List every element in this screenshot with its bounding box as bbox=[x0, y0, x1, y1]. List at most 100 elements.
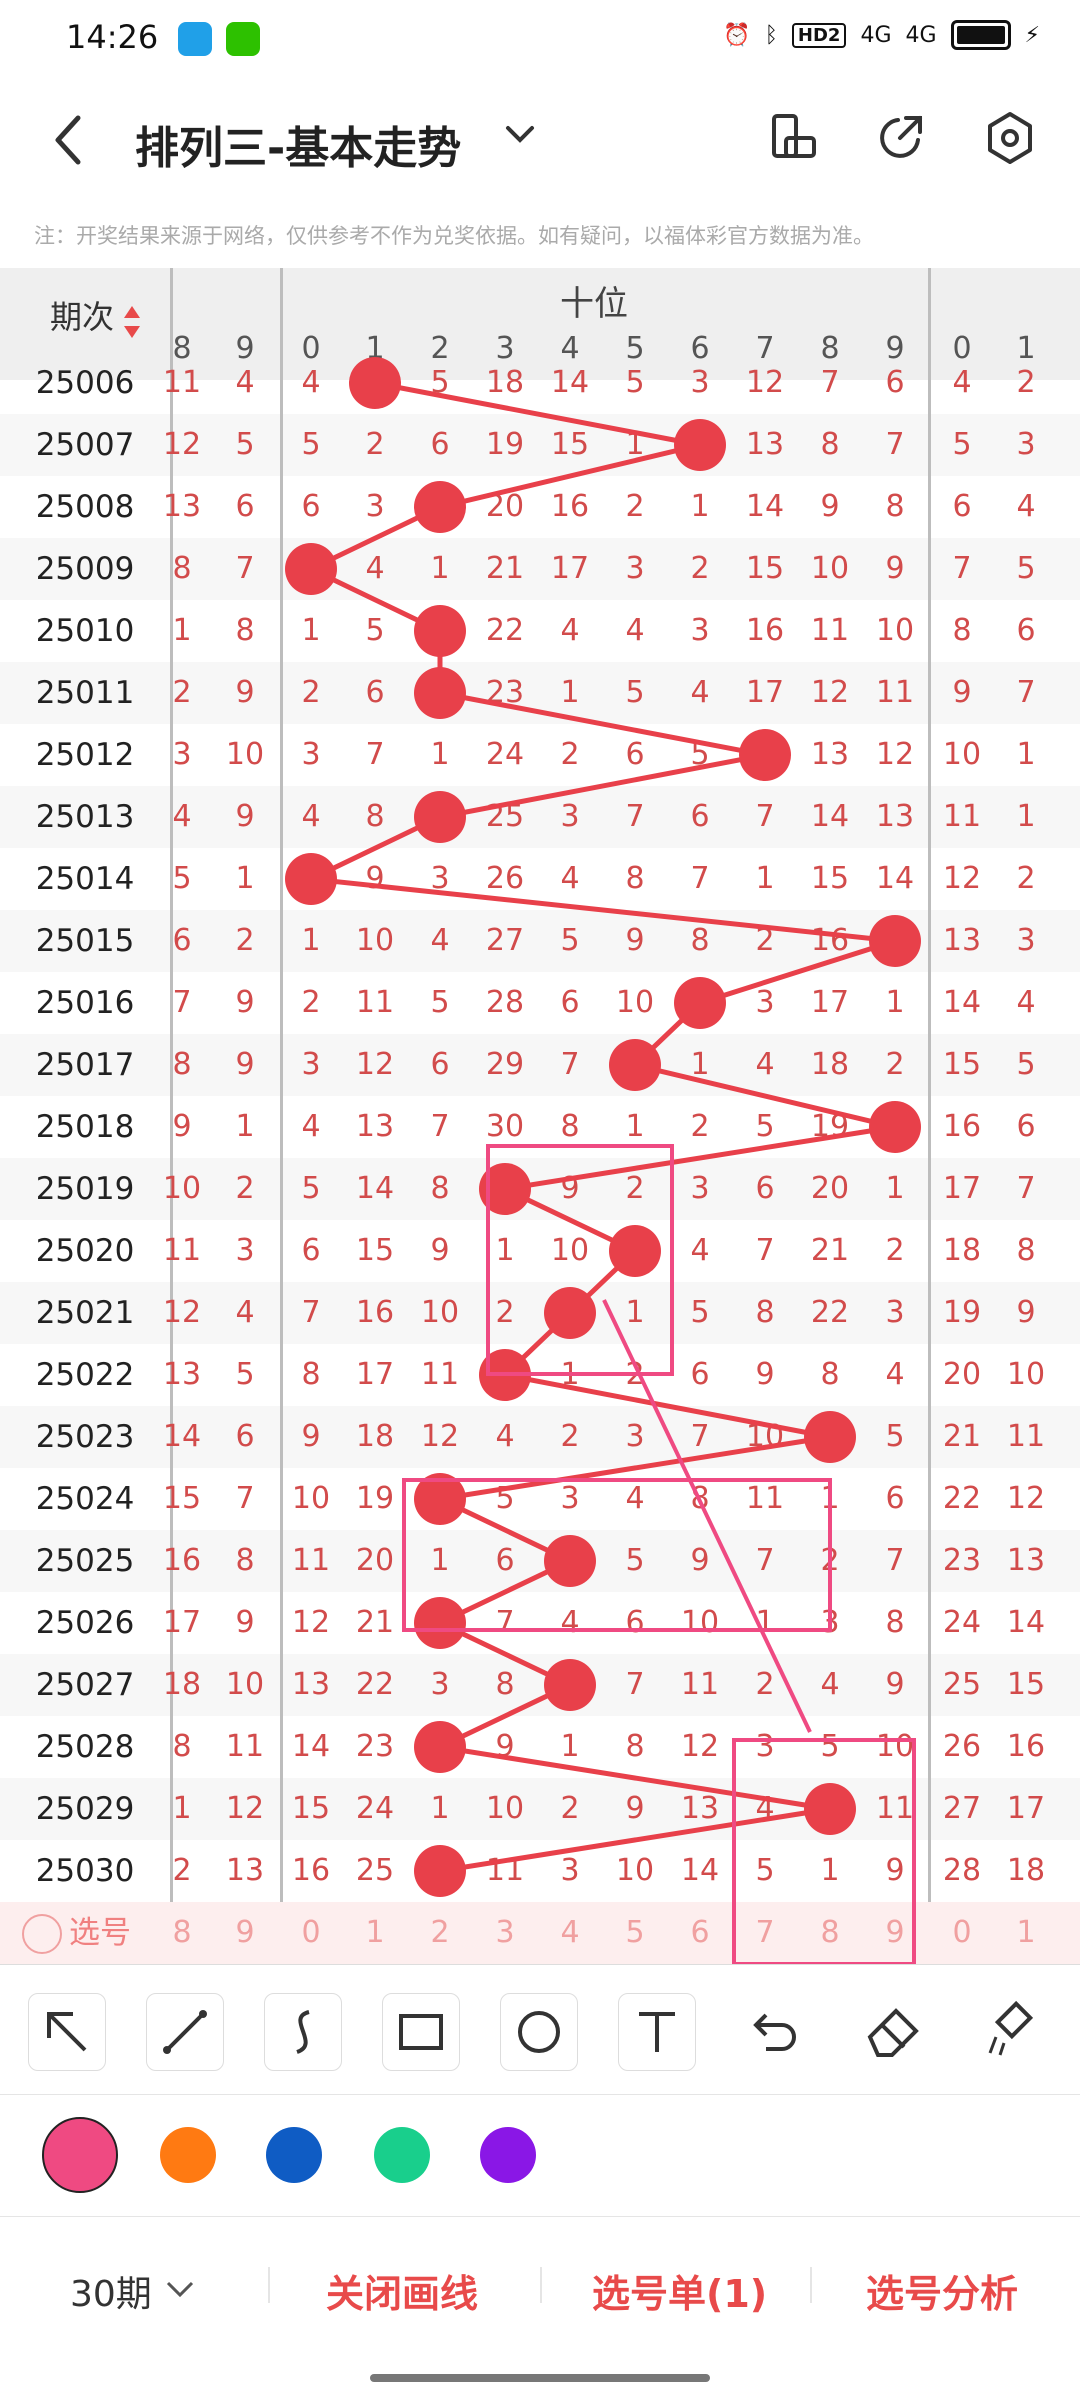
select-digit[interactable]: 2 bbox=[408, 1902, 472, 1964]
omission-value: 9 bbox=[952, 675, 972, 710]
omission-value: 4 bbox=[952, 365, 972, 400]
color-swatch-orange[interactable] bbox=[160, 2127, 216, 2183]
omission-value: 1 bbox=[235, 1109, 255, 1144]
omission-value: 6 bbox=[625, 1605, 645, 1640]
omission-value: 5 bbox=[625, 1543, 645, 1578]
select-digit[interactable]: 8 bbox=[150, 1902, 214, 1964]
omission-value: 13 bbox=[225, 1853, 265, 1888]
select-digit[interactable]: 8 bbox=[798, 1902, 862, 1964]
color-swatch-purple[interactable] bbox=[480, 2127, 536, 2183]
omission-value: 21 bbox=[485, 551, 525, 586]
omission-value: 1 bbox=[430, 737, 450, 772]
select-digit[interactable]: 5 bbox=[603, 1902, 667, 1964]
bottom-action-bar: 30期 关闭画线 选号单(1) 选号分析 bbox=[0, 2216, 1080, 2357]
settings-icon[interactable] bbox=[982, 110, 1038, 166]
omission-value: 18 bbox=[810, 1047, 850, 1082]
omission-value: 12 bbox=[875, 737, 915, 772]
clear-tool-button[interactable] bbox=[974, 1993, 1050, 2069]
omission-value: 11 bbox=[680, 1667, 720, 1702]
omission-value: 15 bbox=[745, 551, 785, 586]
period-number: 25019 bbox=[35, 1171, 135, 1207]
select-digit[interactable]: 1 bbox=[994, 1902, 1058, 1964]
signal-icon-2: 4G bbox=[905, 22, 937, 48]
curve-tool-button[interactable] bbox=[264, 1993, 342, 2071]
chevron-down-icon[interactable] bbox=[164, 2277, 196, 2301]
omission-value: 19 bbox=[355, 1481, 395, 1516]
period-count-selector[interactable]: 30期 bbox=[70, 2265, 152, 2317]
select-analysis-button[interactable]: 选号分析 bbox=[866, 2263, 1018, 2318]
omission-value: 1 bbox=[301, 923, 321, 958]
select-digit[interactable]: 0 bbox=[279, 1902, 343, 1964]
omission-value: 6 bbox=[690, 985, 710, 1020]
omission-value: 9 bbox=[235, 675, 255, 710]
share-icon[interactable] bbox=[872, 110, 928, 166]
line-tool-button[interactable] bbox=[146, 1993, 224, 2071]
period-number: 25006 bbox=[35, 365, 135, 401]
omission-value: 12 bbox=[355, 1047, 395, 1082]
select-digit[interactable]: 9 bbox=[863, 1902, 927, 1964]
omission-value: 7 bbox=[625, 1667, 645, 1702]
omission-value: 6 bbox=[885, 1481, 905, 1516]
period-number: 25014 bbox=[35, 861, 135, 897]
omission-value: 29 bbox=[485, 1047, 525, 1082]
color-swatch-green[interactable] bbox=[374, 2127, 430, 2183]
select-digit[interactable]: 3 bbox=[473, 1902, 537, 1964]
omission-value: 17 bbox=[1006, 1791, 1046, 1826]
omission-value: 1 bbox=[430, 551, 450, 586]
arrow-tool-icon bbox=[47, 2012, 87, 2052]
omission-value: 4 bbox=[495, 1419, 515, 1454]
undo-tool-button[interactable] bbox=[736, 1993, 812, 2069]
home-indicator[interactable] bbox=[370, 2374, 710, 2382]
select-digit[interactable]: 9 bbox=[213, 1902, 277, 1964]
omission-value: 16 bbox=[355, 1295, 395, 1330]
period-number: 25017 bbox=[35, 1047, 135, 1083]
omission-value: 6 bbox=[625, 737, 645, 772]
omission-value: 2 bbox=[755, 1667, 775, 1702]
select-digit[interactable]: 7 bbox=[733, 1902, 797, 1964]
omission-value: 15 bbox=[162, 1481, 202, 1516]
omission-value: 6 bbox=[690, 799, 710, 834]
omission-value: 6 bbox=[365, 675, 385, 710]
color-swatch-pink[interactable] bbox=[42, 2117, 118, 2193]
omission-value: 1 bbox=[625, 1295, 645, 1330]
arrow-tool-button[interactable] bbox=[28, 1993, 106, 2071]
select-digit[interactable]: 6 bbox=[668, 1902, 732, 1964]
omission-value: 7 bbox=[1016, 1171, 1036, 1206]
page-title[interactable]: 排列三-基本走势 bbox=[135, 112, 461, 176]
rect-tool-button[interactable] bbox=[382, 1993, 460, 2071]
omission-value: 3 bbox=[365, 489, 385, 524]
circle-tool-button[interactable] bbox=[500, 1993, 578, 2071]
rotate-screen-icon[interactable] bbox=[764, 110, 820, 166]
omission-value: 5 bbox=[885, 1419, 905, 1454]
omission-value: 13 bbox=[355, 1109, 395, 1144]
select-list-button[interactable]: 选号单(1) bbox=[592, 2263, 767, 2318]
close-lines-button[interactable]: 关闭画线 bbox=[326, 2263, 478, 2318]
trend-chart-table[interactable]: 8 9 0 1 2 3 4 5 6 7 8 9 0 1 25006 11 4 4 1 5 18 14 5 3 12 7 6 4 2 250… bbox=[0, 268, 1080, 1964]
select-digit[interactable]: 4 bbox=[538, 1902, 602, 1964]
omission-value: 7 bbox=[172, 985, 192, 1020]
drawing-toolbar bbox=[0, 1964, 1080, 2093]
color-swatch-blue[interactable] bbox=[266, 2127, 322, 2183]
sort-icon[interactable] bbox=[122, 304, 142, 340]
omission-value: 17 bbox=[810, 985, 850, 1020]
period-number: 25021 bbox=[35, 1295, 135, 1331]
period-header[interactable]: 期次 bbox=[50, 292, 114, 338]
omission-value: 1 bbox=[885, 985, 905, 1020]
text-tool-button[interactable] bbox=[618, 1993, 696, 2071]
back-icon[interactable] bbox=[40, 110, 100, 170]
wechat-app-icon bbox=[226, 22, 260, 56]
color-palette bbox=[0, 2094, 1080, 2215]
chevron-down-icon[interactable] bbox=[500, 114, 540, 154]
omission-value: 28 bbox=[942, 1853, 982, 1888]
omission-value: 21 bbox=[942, 1419, 982, 1454]
omission-value: 5 bbox=[952, 427, 972, 462]
omission-value: 6 bbox=[430, 1047, 450, 1082]
omission-value: 8 bbox=[820, 1419, 840, 1454]
omission-value: 9 bbox=[820, 489, 840, 524]
select-digit[interactable]: 1 bbox=[343, 1902, 407, 1964]
omission-value: 6 bbox=[430, 427, 450, 462]
omission-value: 1 bbox=[560, 675, 580, 710]
omission-value: 4 bbox=[560, 1667, 580, 1702]
select-digit[interactable]: 0 bbox=[930, 1902, 994, 1964]
eraser-tool-button[interactable] bbox=[856, 1993, 932, 2069]
